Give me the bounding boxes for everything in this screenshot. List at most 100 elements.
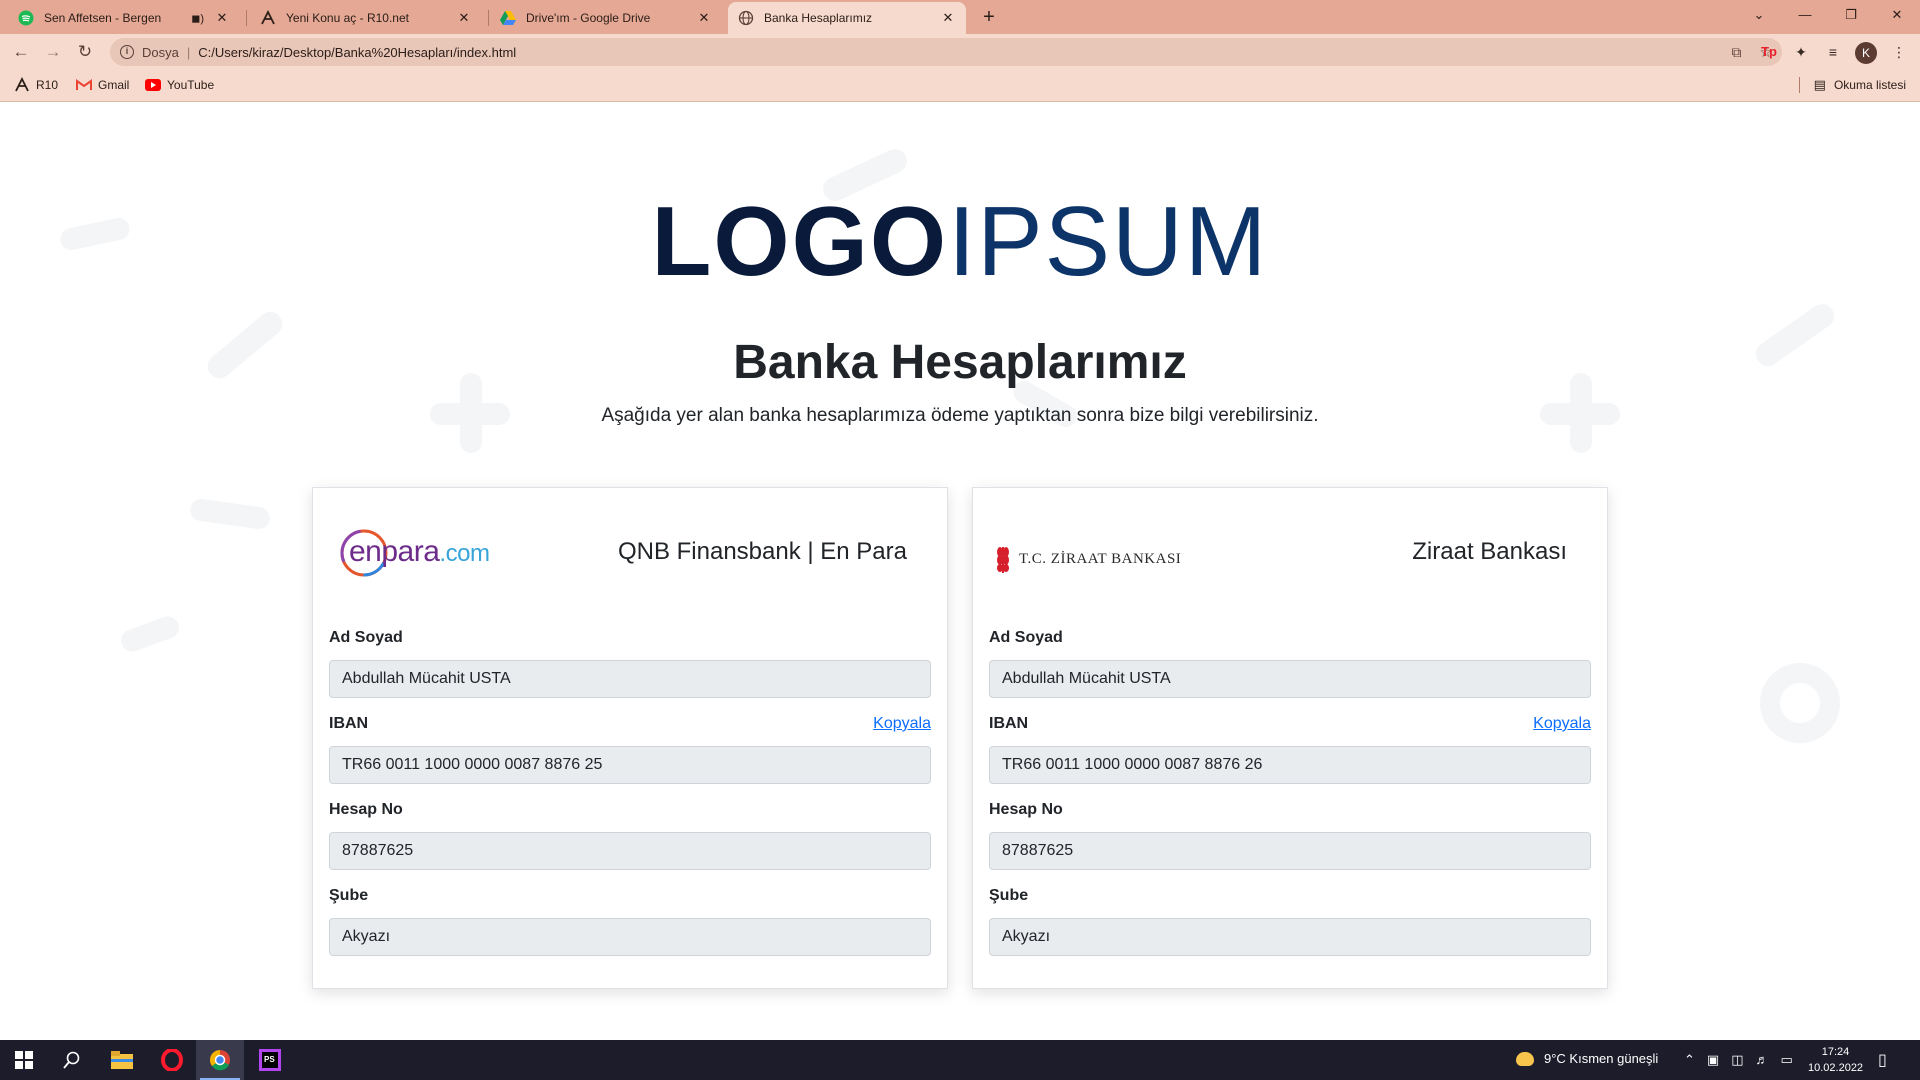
bank-card-ziraat: T.C. ZİRAAT BANKASI Ziraat Bankası Ad So…	[972, 487, 1608, 989]
reading-list-label: Okuma listesi	[1833, 78, 1906, 92]
background-shape	[1760, 663, 1840, 743]
background-shape	[118, 613, 182, 655]
tab-separator	[246, 10, 247, 26]
tab-spotify[interactable]: Sen Affetsen - Bergen ◼) ✕	[8, 2, 240, 34]
globe-icon	[738, 10, 754, 26]
back-icon[interactable]: ←	[8, 39, 34, 65]
tp-extension-icon[interactable]: Tp	[1756, 39, 1782, 65]
label-branch: Şube	[989, 887, 1029, 904]
account-no-field[interactable]: 87887625	[329, 832, 931, 870]
reading-list-icon: ▤	[1813, 77, 1826, 92]
partly-sunny-icon	[1516, 1051, 1534, 1066]
page-title: Banka Hesaplarımız	[733, 336, 1187, 389]
label-branch: Şube	[329, 887, 369, 904]
address-divider: |	[186, 44, 191, 60]
copy-iban-link[interactable]: Kopyala	[1533, 715, 1591, 733]
maximize-button[interactable]: ❐	[1828, 0, 1874, 30]
address-bar[interactable]: i Dosya | C:/Users/kiraz/Desktop/Banka%2…	[110, 38, 1782, 66]
opera-icon[interactable]	[148, 1040, 196, 1080]
logo-bold-text: LOGO	[651, 186, 949, 296]
tab-search-icon[interactable]: ⌄	[1736, 0, 1782, 30]
account-no-field[interactable]: 87887625	[989, 832, 1591, 870]
phpstorm-icon[interactable]: PS	[246, 1040, 294, 1080]
notification-icon[interactable]: ▯	[1878, 1050, 1887, 1070]
copy-iban-link[interactable]: Kopyala	[873, 715, 931, 733]
name-field[interactable]: Abdullah Mücahit USTA	[989, 660, 1591, 698]
profile-avatar[interactable]: K	[1855, 42, 1877, 64]
wheat-icon	[997, 547, 1009, 573]
logo-light-text: IPSUM	[948, 186, 1269, 296]
window-close-button[interactable]: ✕	[1874, 0, 1920, 30]
google-drive-icon	[500, 10, 516, 26]
iban-field[interactable]: TR66 0011 1000 0000 0087 8876 26	[989, 746, 1591, 784]
ziraat-wordmark: T.C. ZİRAAT BANKASI	[1019, 550, 1182, 567]
page-content: LOGOIPSUM Banka Hesaplarımız Aşağıda yer…	[0, 103, 1920, 1040]
taskbar-clock[interactable]: 17:24 10.02.2022	[1808, 1044, 1863, 1076]
name-field[interactable]: Abdullah Mücahit USTA	[329, 660, 931, 698]
close-icon[interactable]: ✕	[940, 10, 956, 26]
bookmarks-separator	[1798, 77, 1800, 93]
label-name: Ad Soyad	[989, 629, 1063, 646]
bank-name: QNB Finansbank | En Para	[617, 538, 907, 565]
share-icon[interactable]: ⧉	[1731, 44, 1741, 61]
minimize-button[interactable]: —	[1782, 0, 1828, 30]
system-tray: ⌃ ▣ ◫ ♬ ▭	[1684, 1052, 1793, 1068]
tab-title: Yeni Konu aç - R10.net	[286, 11, 409, 25]
svg-text:PS: PS	[264, 1055, 275, 1064]
display-icon[interactable]: ◫	[1731, 1052, 1743, 1068]
extensions-puzzle-icon[interactable]: ✦	[1788, 39, 1814, 65]
search-icon[interactable]	[48, 1040, 96, 1080]
media-queue-icon[interactable]: ≡	[1820, 39, 1846, 65]
volume-icon[interactable]: ♬	[1756, 1052, 1769, 1068]
reading-list-button[interactable]: ▤ Okuma listesi	[1798, 77, 1906, 93]
iban-field[interactable]: TR66 0011 1000 0000 0087 8876 25	[329, 746, 931, 784]
address-scheme: Dosya	[142, 44, 179, 60]
ziraat-logo: T.C. ZİRAAT BANKASI	[993, 534, 1181, 584]
bookmark-gmail[interactable]: Gmail	[76, 77, 129, 93]
branch-field[interactable]: Akyazı	[989, 918, 1591, 956]
branch-field[interactable]: Akyazı	[329, 918, 931, 956]
page-subtitle: Aşağıda yer alan banka hesaplarımıza öde…	[601, 405, 1319, 426]
gmail-icon	[76, 77, 92, 93]
youtube-icon	[145, 77, 161, 93]
tab-strip: Sen Affetsen - Bergen ◼) ✕ Yeni Konu aç …	[0, 0, 1920, 34]
tab-title: Banka Hesaplarımız	[764, 11, 873, 25]
chrome-icon[interactable]	[196, 1040, 244, 1080]
reload-icon[interactable]: ↻	[72, 39, 98, 65]
chevron-up-icon[interactable]: ⌃	[1684, 1052, 1695, 1068]
r10-icon	[260, 10, 276, 26]
label-name: Ad Soyad	[329, 629, 403, 646]
forward-icon[interactable]: →	[40, 39, 66, 65]
close-icon[interactable]: ✕	[696, 10, 712, 26]
label-iban: IBAN	[989, 715, 1029, 732]
bookmark-label: YouTube	[167, 78, 215, 92]
card-header: T.C. ZİRAAT BANKASI Ziraat Bankası	[973, 488, 1607, 608]
speaker-icon[interactable]: ◼)	[191, 12, 204, 25]
meet-icon[interactable]: ▣	[1707, 1052, 1719, 1068]
weather-widget[interactable]: 9°C Kısmen güneşli	[1516, 1051, 1658, 1066]
close-icon[interactable]: ✕	[214, 10, 230, 26]
windows-taskbar: PS 9°C Kısmen güneşli ⌃ ▣ ◫ ♬ ▭ 17:24 10…	[0, 1040, 1920, 1080]
menu-kebab-icon[interactable]: ⋮	[1886, 39, 1912, 65]
tab-r10[interactable]: Yeni Konu aç - R10.net ✕	[250, 2, 482, 34]
network-icon[interactable]: ▭	[1781, 1052, 1793, 1068]
bookmark-youtube[interactable]: YouTube	[145, 77, 214, 93]
file-explorer-icon[interactable]	[98, 1040, 146, 1080]
card-header: enpara.com QNB Finansbank | En Para	[313, 488, 947, 608]
windows-start-icon[interactable]	[0, 1040, 48, 1080]
bookmark-r10[interactable]: R10	[14, 77, 58, 93]
tab-title: Sen Affetsen - Bergen	[44, 11, 162, 25]
weather-text: 9°C Kısmen güneşli	[1544, 1051, 1659, 1066]
browser-toolbar: ← → ↻ i Dosya | C:/Users/kiraz/Desktop/B…	[0, 34, 1920, 70]
tab-separator	[488, 10, 489, 26]
info-icon[interactable]: i	[120, 45, 134, 59]
clock-time: 17:24	[1821, 1046, 1850, 1058]
bank-card-enpara: enpara.com QNB Finansbank | En Para Ad S…	[312, 487, 948, 989]
r10-icon	[14, 77, 30, 93]
close-icon[interactable]: ✕	[456, 10, 472, 26]
tab-google-drive[interactable]: Drive'ım - Google Drive ✕	[490, 2, 722, 34]
new-tab-button[interactable]: +	[976, 4, 1002, 30]
background-shape	[188, 497, 272, 531]
tab-banka-hesaplarimiz[interactable]: Banka Hesaplarımız ✕	[728, 2, 966, 34]
label-account-no: Hesap No	[329, 801, 403, 818]
